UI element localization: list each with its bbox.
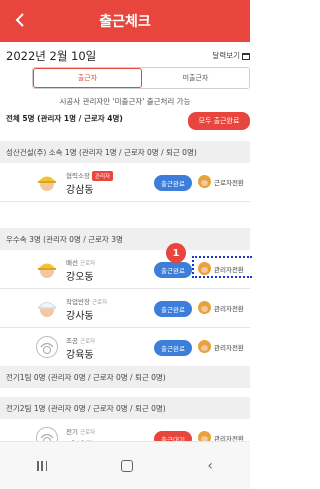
worker-role: 전기 근로자 — [66, 428, 96, 436]
worker-role: 조공 근로자 — [66, 337, 96, 345]
worker-name: 강사동 — [66, 311, 94, 322]
worker-row: 조공 근로자 강육동 출근완료 관리자전환 — [0, 328, 250, 366]
tab-attended[interactable]: 출근자 — [33, 68, 142, 88]
annotation-highlight-box — [192, 256, 252, 278]
manager-face-icon — [198, 340, 211, 353]
section-header: 전기2팀 1명 (관리자 0명 / 근로자 0명 / 퇴근 0명) — [0, 397, 250, 419]
worker-avatar-icon — [38, 176, 56, 191]
system-nav-bar: ‹ — [0, 441, 250, 489]
role-switch-button[interactable]: 관리자전환 — [198, 301, 244, 314]
worker-row: 작업반장 근로자 강사동 출근완료 관리자전환 — [0, 289, 250, 327]
calendar-icon — [242, 52, 250, 60]
attendance-tabs: 출근자 미출근자 — [32, 67, 250, 89]
summary-text: 전체 5명 (관리자 1명 / 근로자 4명) — [6, 114, 123, 123]
role-switch-button[interactable]: 관리자전환 — [198, 340, 244, 353]
worker-avatar-icon — [38, 302, 56, 317]
check-in-status-button[interactable]: 출근완료 — [154, 301, 192, 317]
worker-name: 강삼동 — [66, 185, 94, 196]
app-header: 출근체크 — [0, 0, 250, 42]
worker-avatar-icon — [38, 263, 56, 278]
worker-role: 협력소장 관리자 — [66, 170, 114, 181]
home-icon[interactable] — [121, 459, 134, 472]
check-in-status-button[interactable]: 출근완료 — [154, 340, 192, 356]
tab-not-attended[interactable]: 미출근자 — [142, 68, 249, 88]
check-in-status-button[interactable]: 출근완료 — [154, 175, 192, 191]
page-title: 출근체크 — [99, 14, 151, 30]
manager-badge: 관리자 — [91, 171, 114, 181]
chevron-left-icon[interactable] — [10, 9, 32, 31]
worker-name: 강오동 — [66, 272, 94, 283]
section-header: 성산건설(주) 소속 1명 (관리자 1명 / 근로자 0명 / 퇴근 0명) — [0, 141, 250, 163]
recent-apps-icon[interactable] — [37, 460, 48, 471]
worker-role: 배선 근로자 — [66, 259, 96, 267]
section-header: 전기1팀 0명 (관리자 0명 / 근로자 0명 / 퇴근 0명) — [0, 366, 250, 388]
section-header: 우수속 3명 (관리자 0명 / 근로자 3명 — [0, 228, 250, 250]
divider — [0, 201, 250, 202]
calendar-label: 달력보기 — [212, 51, 240, 60]
calendar-button[interactable]: 달력보기 — [212, 50, 250, 61]
role-switch-button[interactable]: 근로자전환 — [198, 175, 244, 188]
date-bar: 2022년 2월 10일 달력보기 — [0, 44, 250, 66]
worker-role: 작업반장 근로자 — [66, 298, 108, 306]
check-in-status-button[interactable]: 출근완료 — [154, 262, 192, 278]
annotation-marker: 1 — [166, 243, 186, 263]
notice-text: 시공사 관리자만 '미출근자' 출근처리 가능 — [59, 97, 191, 106]
worker-name: 강육동 — [66, 350, 94, 361]
manager-face-icon — [198, 175, 211, 188]
back-icon[interactable]: ‹ — [207, 458, 213, 474]
current-date: 2022년 2월 10일 — [6, 49, 97, 63]
worker-row: 협력소장 관리자 강삼동 출근완료 근로자전환 — [0, 163, 250, 201]
worker-avatar-icon — [36, 336, 58, 358]
all-check-in-button[interactable]: 모두 출근완료 — [188, 112, 250, 130]
manager-face-icon — [198, 301, 211, 314]
